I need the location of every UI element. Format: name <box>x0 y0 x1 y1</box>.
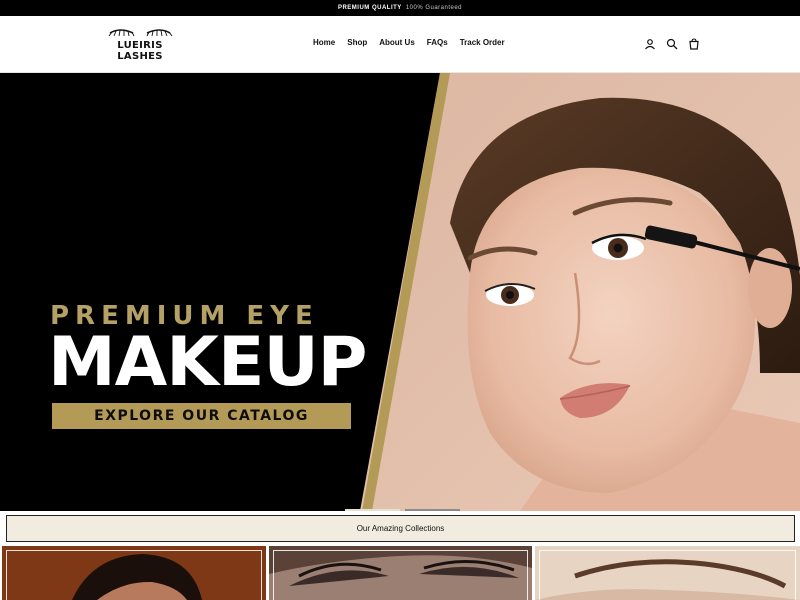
collections-heading[interactable]: Our Amazing Collections <box>6 515 795 542</box>
brand-name-line1: LUEIRIS <box>117 40 163 51</box>
announcement-text: 100% Guaranteed <box>405 5 463 11</box>
cart-icon[interactable] <box>688 37 700 50</box>
collections-label: Our Amazing Collections <box>356 524 445 533</box>
brand-name-line2: LASHES <box>117 51 163 62</box>
hero-banner[interactable]: PREMIUM EYE MAKEUP EXPLORE OUR CATALOG <box>0 73 800 511</box>
nav-shop[interactable]: Shop <box>347 38 367 47</box>
announcement-bar: PREMIUM QUALITY 100% Guaranteed <box>0 0 800 16</box>
tile-frame <box>273 550 528 600</box>
nav-faqs[interactable]: FAQs <box>427 38 448 47</box>
nav-about-us[interactable]: About Us <box>379 38 415 47</box>
collection-tiles <box>0 546 800 600</box>
eyelash-logo-icon <box>108 29 173 37</box>
collection-tile-1[interactable] <box>2 546 266 600</box>
search-icon[interactable] <box>666 37 678 50</box>
header-icons <box>644 37 700 50</box>
nav-home[interactable]: Home <box>313 38 335 47</box>
explore-catalog-button[interactable]: EXPLORE OUR CATALOG <box>52 403 351 429</box>
tile-frame <box>6 550 262 600</box>
main-nav: Home Shop About Us FAQs Track Order <box>313 38 517 47</box>
nav-track-order[interactable]: Track Order <box>460 38 505 47</box>
hero-model-image <box>0 73 800 511</box>
brand-logo[interactable]: LUEIRIS LASHES <box>107 26 173 66</box>
announcement-strong: PREMIUM QUALITY <box>337 5 402 11</box>
account-icon[interactable] <box>644 37 656 50</box>
hero-headline: MAKEUP <box>48 323 367 402</box>
site-header: LUEIRIS LASHES Home Shop About Us FAQs T… <box>0 16 800 73</box>
collection-tile-2[interactable] <box>269 546 532 600</box>
slider-indicator[interactable] <box>345 509 465 511</box>
tile-frame <box>539 550 796 600</box>
collection-tile-3[interactable] <box>535 546 800 600</box>
